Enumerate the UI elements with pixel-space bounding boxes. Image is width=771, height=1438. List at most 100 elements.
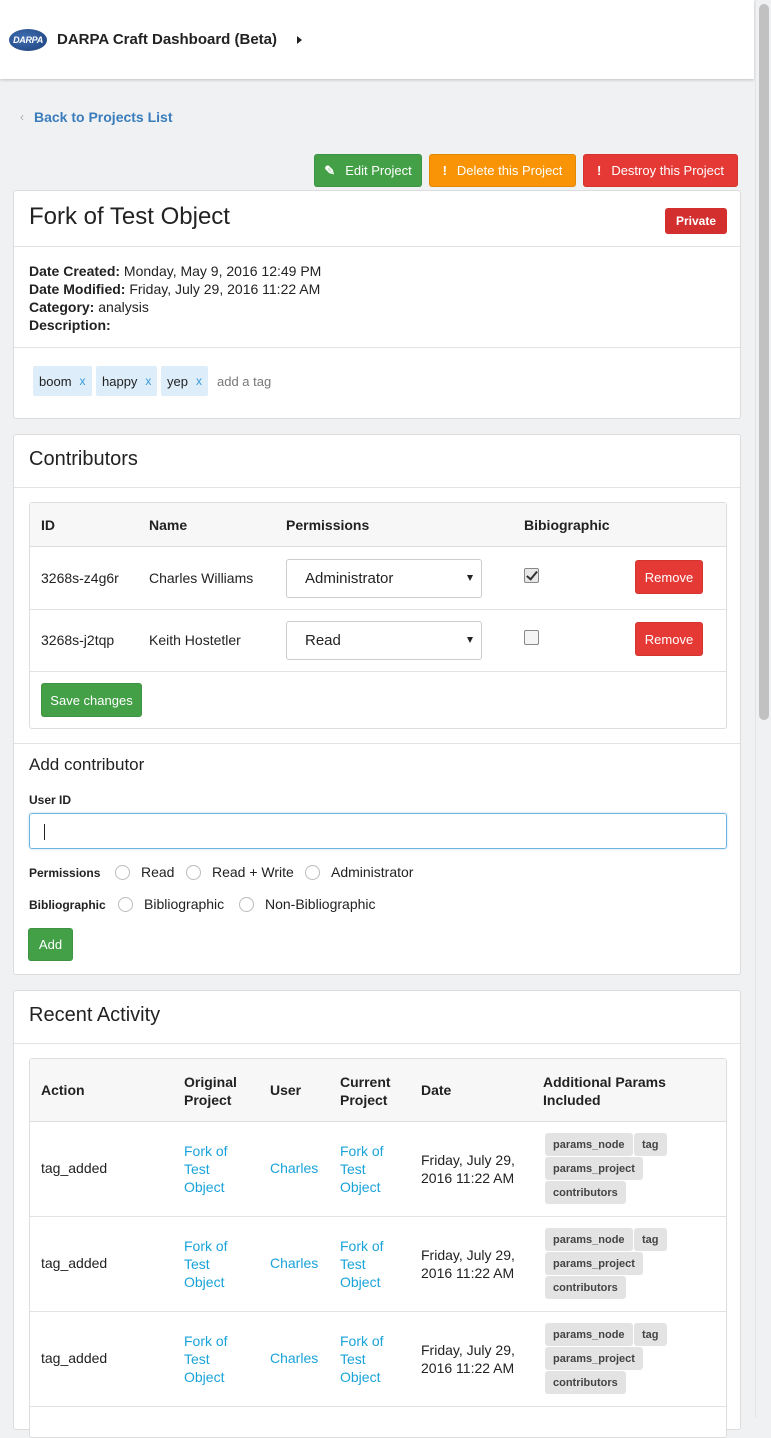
visibility-badge: Private <box>664 208 727 234</box>
contributor-name: Keith Hostetler <box>149 632 241 648</box>
permission-radio-read[interactable] <box>115 865 130 880</box>
created-value: Monday, May 9, 2016 12:49 PM <box>123 263 322 279</box>
original-project-link[interactable]: Fork of Test Object <box>184 1237 228 1291</box>
destroy-project-button[interactable]: ! Destroy this Project <box>583 154 738 187</box>
edit-icon: ✎ <box>324 162 336 178</box>
link-line: Test <box>340 1256 366 1272</box>
permission-value: Read <box>305 632 341 649</box>
back-to-projects-link[interactable]: ‹ Back to Projects List <box>20 109 173 125</box>
param-badge: contributors <box>545 1276 626 1299</box>
edit-project-label: Edit Project <box>345 163 412 178</box>
header-line: Included <box>543 1092 601 1108</box>
bibliographic-radio[interactable] <box>118 897 133 912</box>
category-value: analysis <box>98 299 149 315</box>
edit-project-button[interactable]: ✎ Edit Project <box>314 154 422 187</box>
tag-chip: boom x <box>33 366 92 396</box>
activity-table: Action Original Project User Current Pro… <box>29 1058 727 1438</box>
column-header-permissions: Permissions <box>286 517 370 533</box>
param-badge: tag <box>634 1133 667 1156</box>
add-contributor-button[interactable]: Add <box>28 928 73 961</box>
add-contributor-title: Add contributor <box>29 755 145 774</box>
delete-project-button[interactable]: ! Delete this Project <box>429 154 576 187</box>
user-id-label: User ID <box>29 793 72 807</box>
param-badge: tag <box>634 1323 667 1346</box>
remove-tag-icon[interactable]: x <box>145 374 151 388</box>
param-badge: params_node <box>545 1133 633 1156</box>
permission-select[interactable]: Administrator <box>286 559 482 598</box>
remove-contributor-button[interactable]: Remove <box>635 560 703 594</box>
current-project-link[interactable]: Fork of Test Object <box>340 1237 384 1291</box>
link-line: Fork of <box>340 1238 384 1254</box>
permission-value: Administrator <box>305 570 394 587</box>
current-project-link[interactable]: Fork of Test Object <box>340 1332 384 1386</box>
non-bibliographic-radio[interactable] <box>239 897 254 912</box>
top-navbar: DARPA DARPA Craft Dashboard (Beta) <box>0 0 754 79</box>
vertical-scrollbar[interactable] <box>755 0 771 1418</box>
contributor-id: 3268s-z4g6r <box>41 570 119 586</box>
darpa-logo[interactable]: DARPA <box>9 28 47 51</box>
column-header-id: ID <box>41 517 55 533</box>
original-project-link[interactable]: Fork of Test Object <box>184 1332 228 1386</box>
link-line: Fork of <box>184 1143 228 1159</box>
scrollbar-thumb[interactable] <box>759 4 769 720</box>
modified-label: Date Modified: <box>29 281 126 297</box>
remove-tag-icon[interactable]: x <box>196 374 202 388</box>
chevron-left-icon: ‹ <box>20 110 24 124</box>
recent-activity-title: Recent Activity <box>29 1004 161 1026</box>
exclamation-icon: ! <box>442 163 447 178</box>
table-row: tag_added Fork of Test Object Charles Fo… <box>30 1312 726 1407</box>
category-label: Category: <box>29 299 95 315</box>
column-header-original-project: Original Project <box>184 1073 237 1109</box>
contributors-panel: Contributors ID Name Permissions Bibiogr… <box>13 434 741 975</box>
add-tag-input[interactable]: add a tag <box>217 374 271 389</box>
link-line: Test <box>340 1351 366 1367</box>
header-line: Original <box>184 1074 237 1090</box>
contributor-name: Charles Williams <box>149 570 254 586</box>
radio-label: Administrator <box>331 864 414 880</box>
current-project-link[interactable]: Fork of Test Object <box>340 1142 384 1196</box>
app-title[interactable]: DARPA Craft Dashboard (Beta) <box>57 31 277 48</box>
bibliographic-checkbox[interactable] <box>524 568 539 583</box>
activity-action: tag_added <box>41 1255 108 1271</box>
bibliographic-checkbox[interactable] <box>524 630 539 645</box>
exclamation-icon: ! <box>596 163 602 178</box>
permissions-label: Permissions <box>29 866 101 880</box>
tag-label: yep <box>167 373 188 389</box>
param-badge: tag <box>634 1228 667 1251</box>
param-badge: params_project <box>545 1347 643 1370</box>
activity-date: Friday, July 29, 2016 11:22 AM <box>421 1246 515 1282</box>
user-link[interactable]: Charles <box>270 1255 318 1271</box>
permission-radio-administrator[interactable] <box>305 865 320 880</box>
permission-select[interactable]: Read <box>286 621 482 660</box>
permission-radio-read-write[interactable] <box>186 865 201 880</box>
remove-contributor-button[interactable]: Remove <box>635 622 703 656</box>
column-header-additional-params: Additional Params Included <box>543 1073 666 1109</box>
row-divider <box>30 1406 726 1407</box>
link-line: Object <box>340 1369 381 1385</box>
contributor-id: 3268s-j2tqp <box>41 632 115 648</box>
caret-right-icon[interactable] <box>297 35 303 44</box>
header-line: Project <box>340 1092 388 1108</box>
user-link[interactable]: Charles <box>270 1160 318 1176</box>
original-project-link[interactable]: Fork of Test Object <box>184 1142 228 1196</box>
param-badge: params_project <box>545 1157 643 1180</box>
dropdown-arrow-icon <box>467 637 473 643</box>
contributors-title: Contributors <box>29 448 138 470</box>
date-line: 2016 11:22 AM <box>421 1360 515 1376</box>
remove-tag-icon[interactable]: x <box>80 374 86 388</box>
divider <box>14 1043 740 1044</box>
link-line: Test <box>184 1351 210 1367</box>
remove-label: Remove <box>644 631 694 647</box>
user-link[interactable]: Charles <box>270 1350 318 1366</box>
param-badge: params_project <box>545 1252 643 1275</box>
tag-chip: yep x <box>161 366 208 396</box>
param-badge: params_node <box>545 1323 633 1346</box>
date-line: 2016 11:22 AM <box>421 1170 515 1186</box>
save-changes-button[interactable]: Save changes <box>41 683 142 717</box>
param-badge: contributors <box>545 1181 626 1204</box>
user-id-input[interactable] <box>29 813 727 849</box>
date-line: 2016 11:22 AM <box>421 1265 515 1281</box>
radio-label: Bibliographic <box>144 896 225 912</box>
table-header <box>30 503 726 547</box>
divider <box>14 246 740 247</box>
